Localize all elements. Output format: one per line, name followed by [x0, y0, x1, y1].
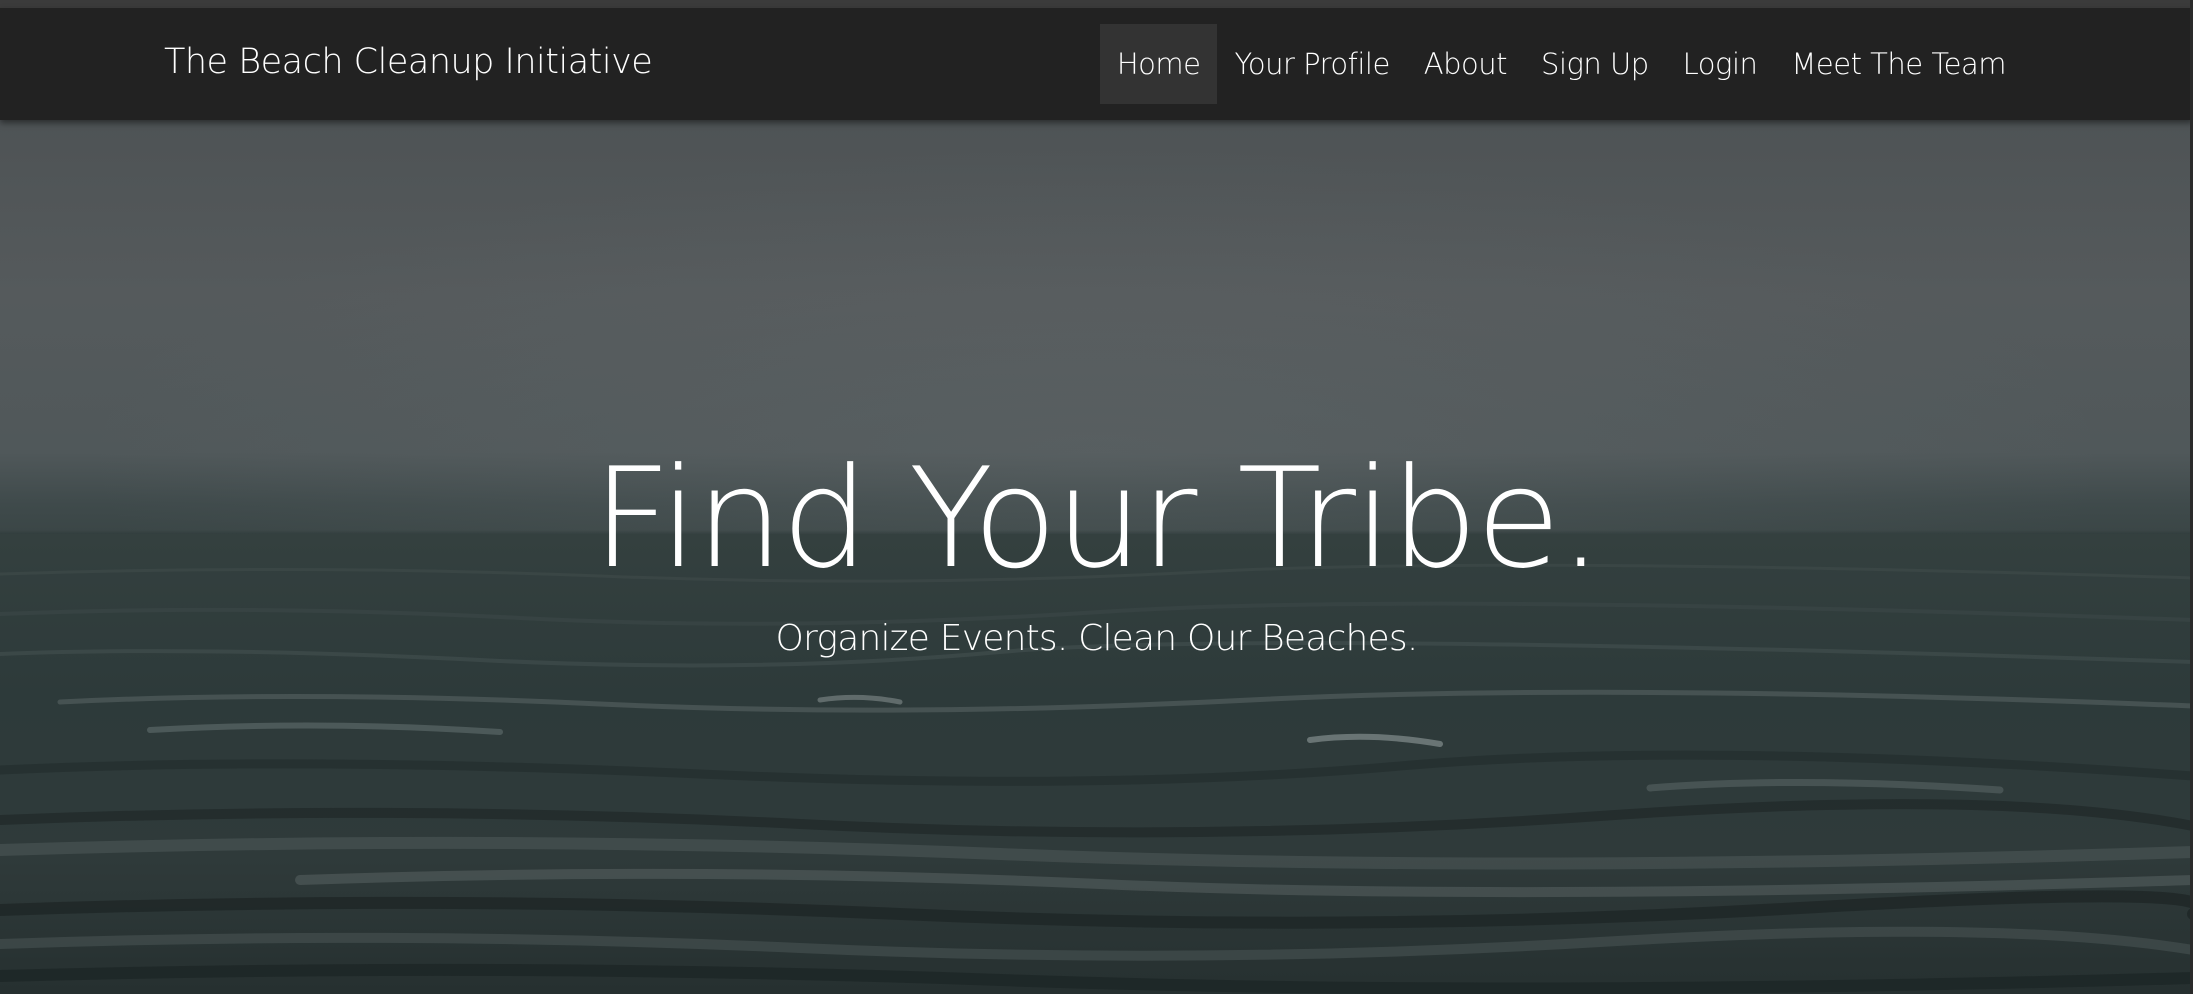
hero-background-ocean-image [0, 534, 2193, 994]
hero-section: Find Your Tribe. Organize Events. Clean … [0, 120, 2193, 994]
nav-item-home[interactable]: Home [1099, 24, 1218, 104]
nav-item-login[interactable]: Login [1666, 24, 1775, 104]
hero-subtitle: Organize Events. Clean Our Beaches. [775, 618, 1419, 659]
nav-item-about[interactable]: About [1407, 24, 1524, 104]
navbar: The Beach Cleanup Initiative Home Your P… [0, 8, 2193, 120]
nav-item-meet-the-team[interactable]: Meet The Team [1774, 24, 2023, 104]
nav-links: Home Your Profile About Sign Up Login Me… [1099, 24, 2023, 104]
brand-link[interactable]: The Beach Cleanup Initiative [164, 42, 653, 82]
browser-top-strip [0, 0, 2193, 8]
hero-title: Find Your Tribe. [592, 438, 1603, 599]
page: The Beach Cleanup Initiative Home Your P… [0, 0, 2193, 994]
nav-item-sign-up[interactable]: Sign Up [1524, 24, 1666, 104]
nav-item-your-profile[interactable]: Your Profile [1217, 24, 1406, 104]
